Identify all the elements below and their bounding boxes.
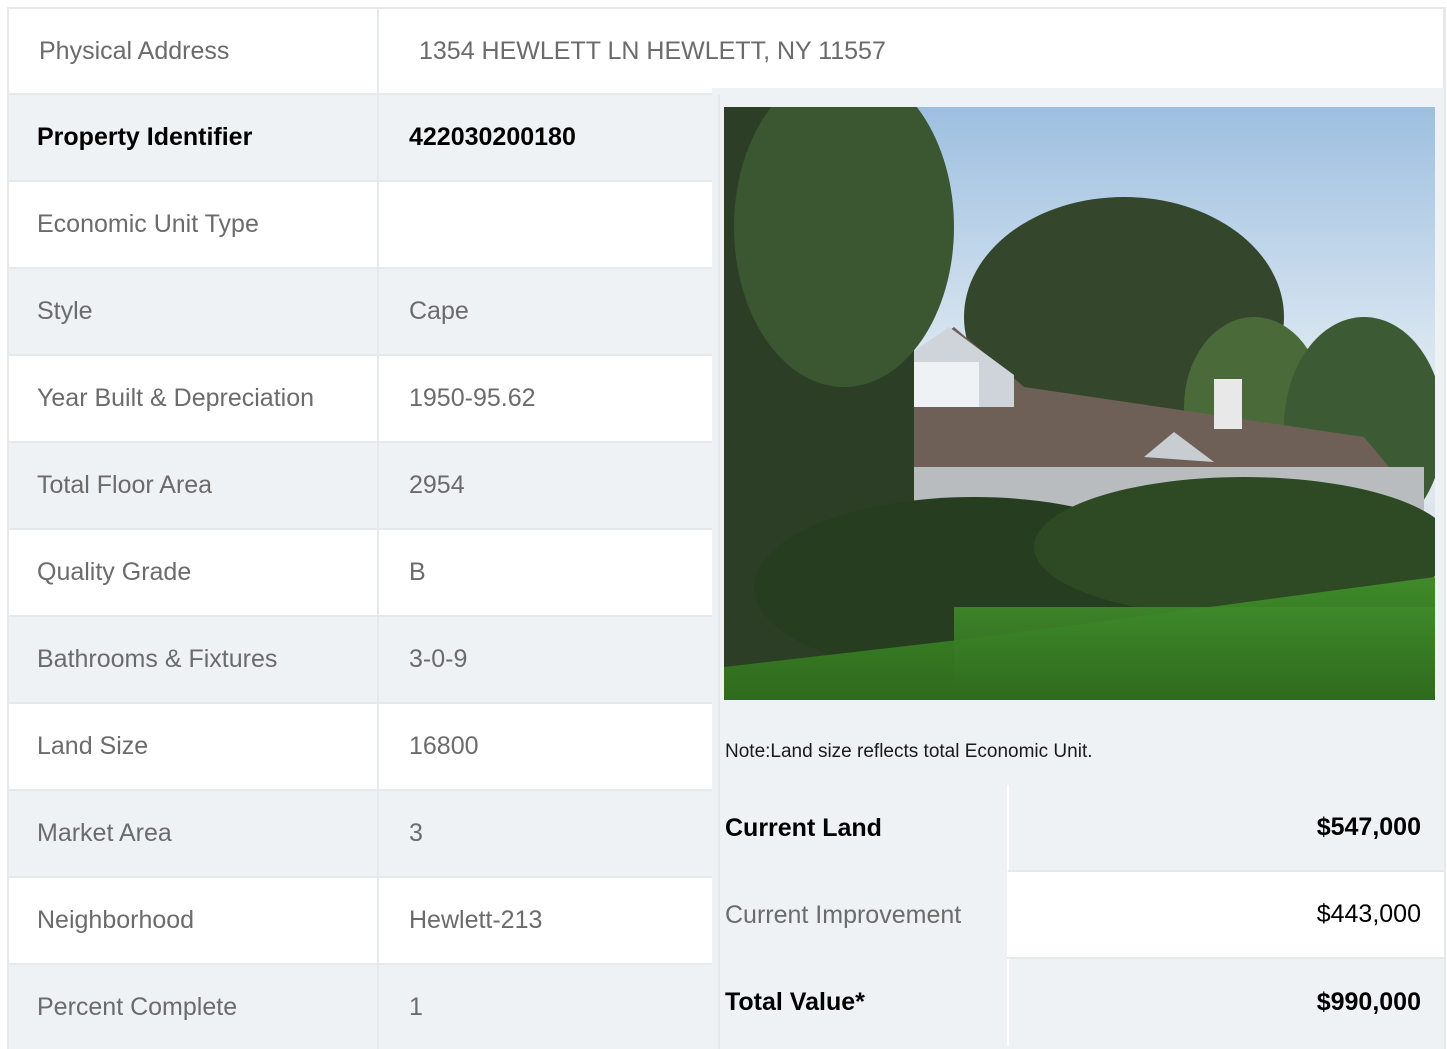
- total-floor-area-label: Total Floor Area: [7, 443, 379, 530]
- property-identifier-value: 422030200180: [379, 95, 719, 182]
- frame-right-border: [1444, 7, 1446, 1049]
- property-photo[interactable]: [724, 107, 1435, 700]
- percent-complete-label: Percent Complete: [7, 965, 379, 1049]
- bathrooms-value: 3-0-9: [379, 617, 719, 704]
- quality-grade-label: Quality Grade: [7, 530, 379, 617]
- current-improvement-label: Current Improvement: [725, 901, 962, 929]
- land-size-value: 16800: [379, 704, 719, 791]
- total-floor-area-value: 2954: [379, 443, 719, 530]
- bathrooms-label: Bathrooms & Fixtures: [7, 617, 379, 704]
- current-land-label: Current Land: [725, 814, 882, 842]
- neighborhood-label: Neighborhood: [7, 878, 379, 965]
- column-divider: [377, 7, 379, 1049]
- house-photo-illustration: [724, 107, 1435, 700]
- photo-and-values-panel: Note:Land size reflects total Economic U…: [712, 88, 1445, 1049]
- economic-unit-type-label: Economic Unit Type: [7, 182, 379, 269]
- property-identifier-label: Property Identifier: [7, 95, 379, 182]
- total-value-value: $990,000: [1007, 959, 1445, 1046]
- column-divider-right: [718, 95, 720, 1049]
- frame-left-border: [7, 7, 9, 1049]
- land-size-label: Land Size: [7, 704, 379, 791]
- neighborhood-value: Hewlett-213: [379, 878, 719, 965]
- market-area-label: Market Area: [7, 791, 379, 878]
- address-label: Physical Address: [7, 7, 379, 95]
- current-improvement-value: $443,000: [1007, 872, 1445, 959]
- current-land-value: $547,000: [1007, 785, 1445, 872]
- year-built-value: 1950-95.62: [379, 356, 719, 443]
- style-label: Style: [7, 269, 379, 356]
- land-size-note: Note:Land size reflects total Economic U…: [725, 741, 1093, 762]
- quality-grade-value: B: [379, 530, 719, 617]
- style-value: Cape: [379, 269, 719, 356]
- market-area-value: 3: [379, 791, 719, 878]
- percent-complete-value: 1: [379, 965, 719, 1049]
- economic-unit-type-value: [379, 182, 719, 269]
- total-value-label: Total Value*: [725, 988, 865, 1016]
- address-value: 1354 HEWLETT LN HEWLETT, NY 11557: [379, 7, 1445, 95]
- year-built-label: Year Built & Depreciation: [7, 356, 379, 443]
